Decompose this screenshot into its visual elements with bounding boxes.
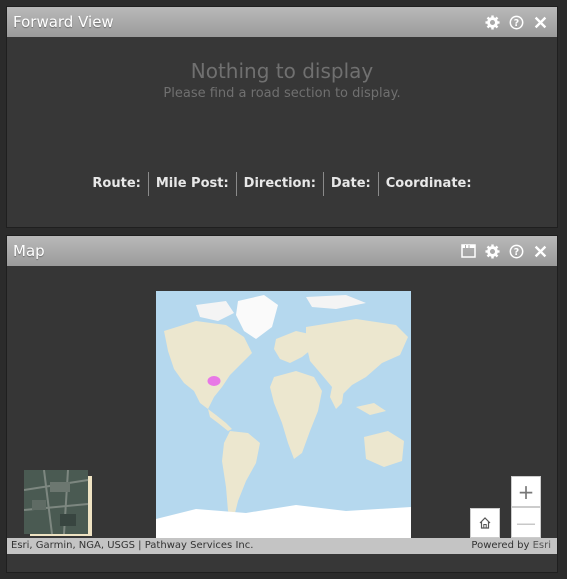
home-button[interactable] bbox=[470, 508, 500, 538]
close-icon[interactable] bbox=[532, 243, 549, 260]
map-titlebar: Map ? bbox=[7, 236, 557, 266]
attribution-text: Esri, Garmin, NGA, USGS | Pathway Servic… bbox=[11, 540, 254, 551]
map-attribution-bar: Esri, Garmin, NGA, USGS | Pathway Servic… bbox=[7, 538, 557, 554]
zoom-in-button[interactable]: + bbox=[511, 476, 541, 507]
map-title: Map bbox=[13, 242, 45, 260]
close-icon[interactable] bbox=[532, 14, 549, 31]
date-label: Date: bbox=[322, 172, 378, 196]
help-icon[interactable]: ? bbox=[508, 14, 525, 31]
mile-post-label: Mile Post: bbox=[147, 172, 236, 196]
empty-state-subtitle: Please find a road section to display. bbox=[163, 86, 401, 101]
map-panel: Map ? + — Esri, Garmin, NGA, USGS | Path… bbox=[6, 235, 558, 573]
esri-link[interactable]: Esri bbox=[533, 540, 551, 551]
powered-by-text: Powered by bbox=[471, 540, 530, 551]
map-canvas[interactable]: + — Esri, Garmin, NGA, USGS | Pathway Se… bbox=[7, 266, 557, 554]
forward-view-title: Forward View bbox=[13, 13, 114, 31]
route-label: Route: bbox=[92, 176, 141, 191]
svg-text:?: ? bbox=[514, 246, 519, 257]
direction-label: Direction: bbox=[235, 172, 323, 196]
zoom-out-button[interactable]: — bbox=[511, 507, 541, 538]
gear-icon[interactable] bbox=[484, 243, 501, 260]
overview-map-thumbnail[interactable] bbox=[23, 469, 92, 536]
svg-text:?: ? bbox=[514, 17, 519, 28]
forward-view-panel: Forward View ? Nothing to display Please… bbox=[6, 6, 558, 228]
selected-region-marker bbox=[207, 376, 221, 386]
empty-state-title: Nothing to display bbox=[190, 59, 374, 83]
world-map-tile[interactable] bbox=[156, 291, 411, 546]
coordinate-label: Coordinate: bbox=[377, 172, 479, 196]
window-icon[interactable] bbox=[460, 243, 477, 260]
forward-view-titlebar: Forward View ? bbox=[7, 7, 557, 37]
gear-icon[interactable] bbox=[484, 14, 501, 31]
help-icon[interactable]: ? bbox=[508, 243, 525, 260]
road-info-bar: Route: Mile Post: Direction: Date: Coord… bbox=[7, 172, 557, 196]
powered-by: Powered by Esri bbox=[471, 538, 551, 554]
